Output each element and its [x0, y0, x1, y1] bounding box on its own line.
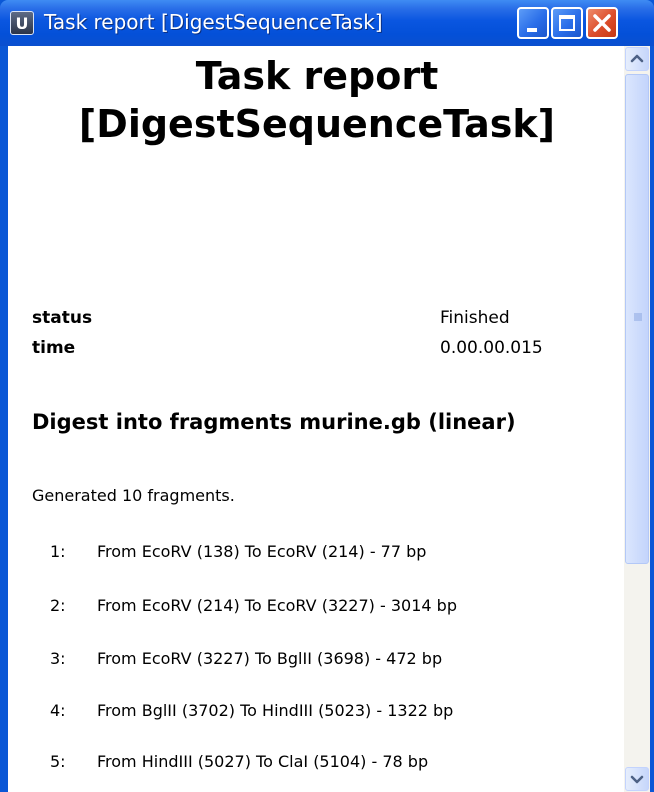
report-window: U Task report [DigestSequenceTask] Task … — [0, 0, 654, 792]
chevron-up-icon — [630, 54, 644, 63]
time-key: time — [32, 338, 76, 358]
grip-icon — [634, 313, 642, 321]
status-key: status — [32, 308, 93, 328]
scroll-down-button[interactable] — [625, 767, 649, 791]
chevron-down-icon — [630, 775, 644, 784]
time-row: time 0.00.00.015 — [32, 338, 592, 364]
fragment-description: From HindIII (5027) To ClaI (5104) - 78 … — [97, 752, 429, 771]
minimize-button[interactable] — [517, 7, 549, 39]
minimize-icon — [527, 28, 537, 32]
maximize-icon — [559, 15, 575, 31]
fragments-summary: Generated 10 fragments. — [32, 486, 235, 505]
fragment-number: 5: — [50, 752, 66, 771]
fragment-number: 1: — [50, 542, 66, 561]
status-value: Finished — [440, 308, 510, 328]
scroll-thumb[interactable] — [625, 74, 649, 564]
vertical-scrollbar[interactable] — [624, 46, 650, 792]
fragment-description: From BglII (3702) To HindIII (5023) - 13… — [97, 701, 454, 720]
maximize-button[interactable] — [551, 7, 583, 39]
fragment-number: 2: — [50, 596, 66, 615]
scroll-up-button[interactable] — [625, 47, 649, 71]
report-content: Task report [DigestSequenceTask] status … — [8, 46, 650, 792]
fragment-number: 4: — [50, 701, 66, 720]
fragment-description: From EcoRV (138) To EcoRV (214) - 77 bp — [97, 542, 427, 561]
app-icon[interactable]: U — [10, 11, 34, 35]
report-title-line-2: [DigestSequenceTask] — [78, 102, 556, 146]
window-title: Task report [DigestSequenceTask] — [44, 10, 383, 34]
section-heading: Digest into fragments murine.gb (linear) — [32, 410, 516, 434]
close-icon — [593, 14, 611, 32]
fragment-description: From EcoRV (3227) To BglII (3698) - 472 … — [97, 649, 443, 668]
report-title-line-1: Task report — [195, 54, 439, 98]
time-value: 0.00.00.015 — [440, 338, 543, 358]
close-button[interactable] — [586, 7, 618, 39]
fragment-description: From EcoRV (214) To EcoRV (3227) - 3014 … — [97, 596, 457, 615]
title-bar[interactable]: U Task report [DigestSequenceTask] — [0, 0, 654, 46]
fragment-number: 3: — [50, 649, 66, 668]
report-title: Task report [DigestSequenceTask] — [8, 52, 626, 148]
status-row: status Finished — [32, 308, 592, 334]
